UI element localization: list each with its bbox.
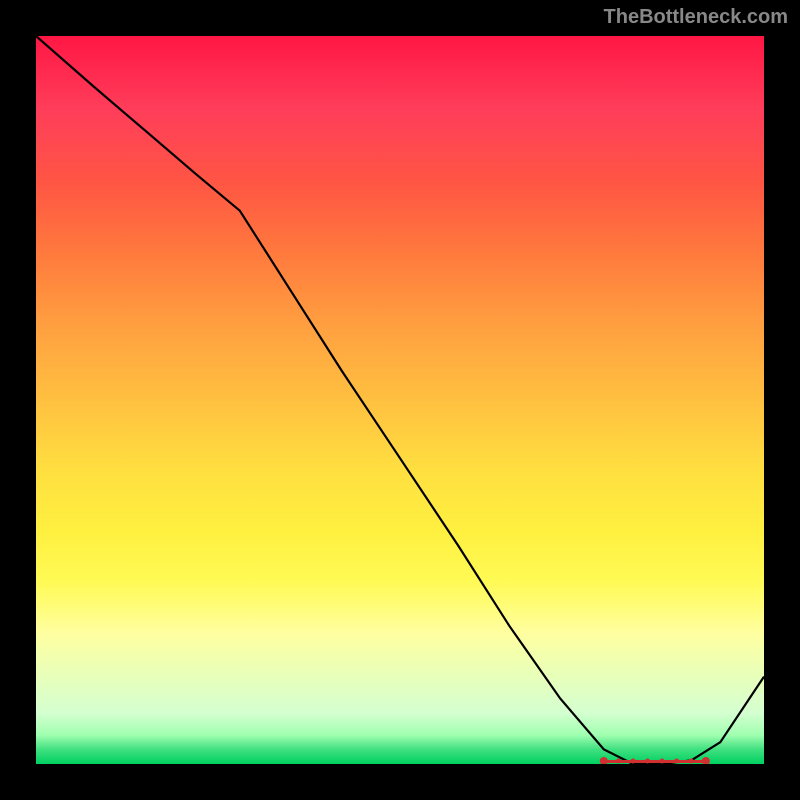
marker-dot [645,759,650,764]
watermark-text: TheBottleneck.com [604,6,788,29]
marker-dot [660,759,665,764]
marker-dot [689,759,694,764]
chart-svg [36,36,764,764]
optimal-range-markers [600,757,710,764]
marker-dot [600,757,608,764]
marker-bar [604,760,706,763]
marker-dot [674,759,679,764]
marker-dot [702,757,710,764]
marker-dot [631,759,636,764]
chart-container: TheBottleneck.com [0,0,800,800]
plot-area [36,36,764,764]
bottleneck-curve [36,36,764,764]
marker-dot [616,759,621,764]
